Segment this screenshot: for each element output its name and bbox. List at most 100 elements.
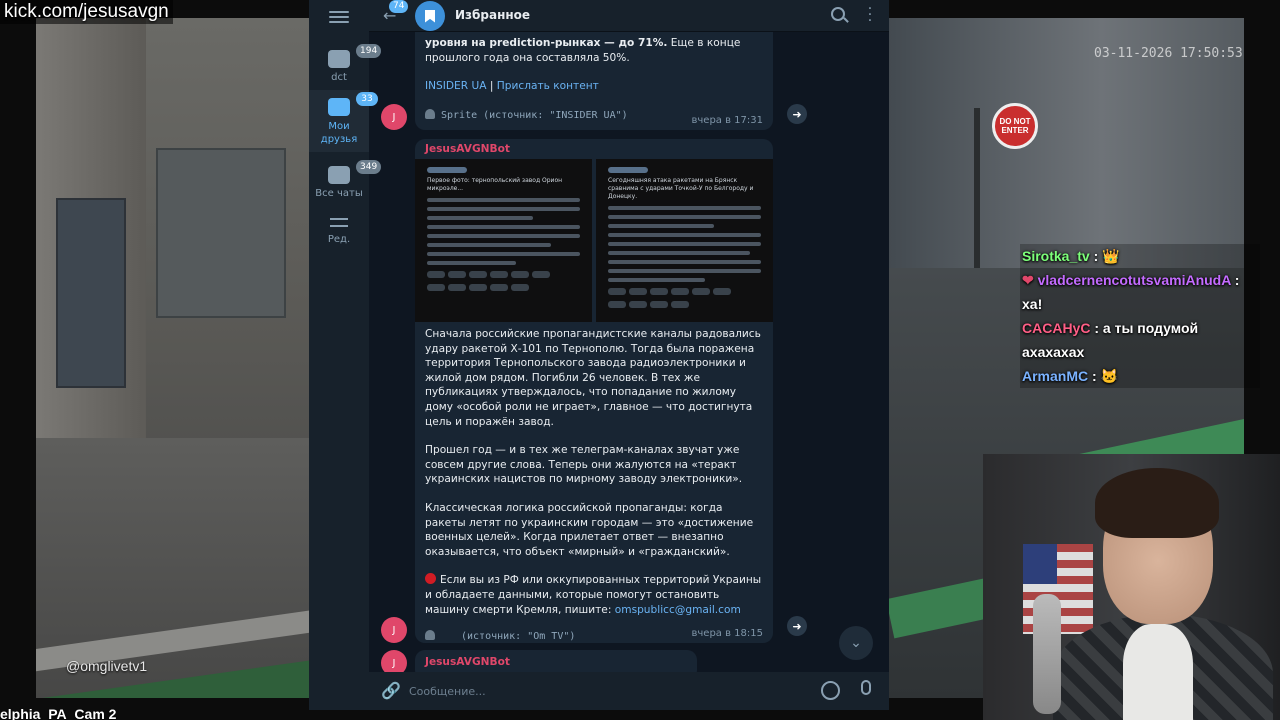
sender-name[interactable]: JesusAVGNBot — [415, 139, 773, 159]
sign-text: DO NOT — [999, 117, 1031, 126]
message-time: вчера в 17:31 — [691, 115, 764, 126]
chat-text: а ты подумой — [1102, 320, 1199, 336]
chat-username: CACAHyC — [1022, 320, 1091, 336]
photo-reactions — [608, 301, 761, 308]
badge-icon: ❤ — [1022, 272, 1034, 288]
bold-text: уровня на prediction-рынках — до 71%. — [425, 37, 668, 49]
forward-icon[interactable]: ➜ — [787, 104, 807, 124]
chat-title[interactable]: Избранное — [455, 8, 530, 22]
person-icon — [425, 108, 435, 119]
bookmark-icon[interactable] — [415, 1, 445, 31]
sign-text: ENTER — [1001, 126, 1029, 135]
red-circle-icon — [425, 573, 436, 585]
insider-ua-link[interactable]: INSIDER UA — [425, 80, 486, 92]
chat-bubble-icon: 33 — [328, 92, 378, 116]
stream-chat-overlay: Sirotka_tv : 👑 ❤ vladcernencotutsvamiAnu… — [1020, 244, 1260, 388]
search-icon[interactable] — [831, 7, 845, 21]
camera-timestamp: 03-11-2026 17:50:53 — [1094, 46, 1243, 61]
unread-count-badge: 74 — [389, 0, 409, 13]
folder-my-friends[interactable]: 33 Мои друзья — [309, 90, 378, 152]
sender-avatar[interactable]: J — [381, 104, 407, 130]
chat-username: Sirotka_tv — [1022, 248, 1090, 264]
chat-separator: : — [1230, 272, 1240, 288]
sender-name[interactable]: JesusAVGNBot — [415, 650, 697, 672]
message-text: уровня на prediction-рынках — до 71%. Ещ… — [415, 32, 773, 65]
photo-reactions — [427, 284, 580, 291]
unread-badge: 349 — [356, 160, 382, 174]
link-separator: | — [486, 80, 497, 93]
dumpster — [156, 148, 286, 318]
chat-username: ArmanMC — [1022, 368, 1089, 384]
chat-bubble-icon: 194 — [328, 44, 382, 68]
folder-label: Все чаты — [315, 188, 363, 199]
photo-reactions — [427, 271, 580, 278]
photo-album: Первое фото: тернопольский завод Орион м… — [415, 159, 773, 322]
sliders-icon — [330, 216, 348, 230]
telegram-window: 194 dct 33 Мои друзья 349 Все чаты Ред. … — [309, 0, 889, 710]
chat-separator: : — [1089, 248, 1103, 264]
sign-pole — [974, 108, 980, 268]
folder-edit[interactable]: Ред. — [309, 216, 369, 256]
photo-reactions — [608, 288, 761, 295]
message-composer: 🔗 — [369, 672, 889, 710]
menu-icon[interactable] — [329, 8, 349, 24]
message-bubble[interactable]: JesusAVGNBot Первое фото: тернопольский … — [415, 139, 773, 643]
message-paragraph: Прошел год — и в тех же телеграм-каналах… — [425, 444, 743, 486]
message-input[interactable] — [409, 678, 809, 704]
channel-url: kick.com/jesusavgn — [0, 0, 173, 24]
camera-watermark: @omglivetv1 — [66, 658, 148, 674]
album-photo[interactable]: Сегодняшняя атака ракетами на Брянск сра… — [596, 159, 773, 322]
email-link[interactable]: omspublicc@gmail.com — [615, 604, 741, 616]
chat-message: ха! — [1020, 292, 1260, 316]
chat-separator: : — [1090, 320, 1103, 336]
folder-all-chats[interactable]: 349 Все чаты — [309, 160, 382, 206]
flag-canton — [1023, 544, 1057, 584]
chat-message: ArmanMC : 🐱 — [1020, 364, 1260, 388]
photo-caption: Сегодняшняя атака ракетами на Брянск сра… — [608, 177, 754, 200]
unread-badge: 194 — [356, 44, 382, 58]
paperclip-icon[interactable]: 🔗 — [381, 681, 401, 700]
chat-message: ахахахах — [1020, 340, 1260, 364]
chat-username: vladcernencotutsvamiAnudA — [1037, 272, 1231, 288]
photo-channel-name — [608, 167, 648, 173]
chat-message: ❤ vladcernencotutsvamiAnudA : — [1020, 268, 1260, 292]
camera-label: elphia_PA_Cam 2 — [0, 706, 117, 720]
sender-avatar[interactable]: J — [381, 617, 407, 643]
streamer-shirt — [1123, 624, 1193, 720]
message-bubble[interactable]: уровня на prediction-рынках — до 71%. Ещ… — [415, 32, 773, 130]
streamer-hair — [1095, 468, 1219, 538]
microphone — [1033, 594, 1061, 714]
left-camera-feed — [36, 18, 312, 698]
chat-bubbles-icon: 349 — [328, 160, 382, 184]
do-not-enter-sign: DO NOT ENTER — [992, 103, 1038, 149]
person-icon — [425, 630, 435, 641]
folder-label: Мои друзья — [320, 121, 358, 145]
folder-sidebar: 194 dct 33 Мои друзья 349 Все чаты Ред. — [309, 0, 382, 710]
message-time: вчера в 18:15 — [691, 628, 764, 639]
submit-content-link[interactable]: Прислать контент — [497, 80, 599, 92]
more-vertical-icon[interactable]: · · · — [867, 2, 873, 28]
microphone-icon[interactable] — [861, 680, 871, 695]
scroll-down-icon[interactable]: ⌄ — [839, 626, 873, 660]
unread-badge: 33 — [356, 92, 378, 106]
stream-stage: @omglivetv1 DO NOT ENTER 03-11-2026 17:5… — [0, 0, 1280, 720]
folder-dct[interactable]: 194 dct — [309, 44, 382, 90]
photo-caption: Первое фото: тернопольский завод Орион м… — [427, 177, 563, 192]
source-text: (источник: "Om TV") — [461, 631, 576, 643]
chat-text: ахахахах — [1022, 344, 1085, 360]
message-paragraph: Сначала российские пропагандистские кана… — [425, 328, 761, 428]
message-paragraph: Если вы из РФ или оккупированных террито… — [415, 573, 773, 617]
emote-icon: 👑 — [1102, 248, 1120, 264]
chat-text: ха! — [1022, 296, 1043, 312]
forward-icon[interactable]: ➜ — [787, 616, 807, 636]
album-photo[interactable]: Первое фото: тернопольский завод Орион м… — [415, 159, 592, 322]
source-text: Sprite (источник: "INSIDER UA") — [441, 109, 628, 121]
streamer-webcam — [983, 454, 1280, 720]
chat-separator: : — [1088, 368, 1101, 384]
message-links: INSIDER UA | Прислать контент — [415, 79, 773, 94]
emoji-icon[interactable] — [821, 681, 840, 700]
metal-door — [56, 198, 126, 388]
emote-icon: 🐱 — [1100, 368, 1119, 384]
folder-label: Ред. — [327, 234, 351, 245]
chat-header: ← 74 Избранное · · · — [369, 0, 889, 32]
